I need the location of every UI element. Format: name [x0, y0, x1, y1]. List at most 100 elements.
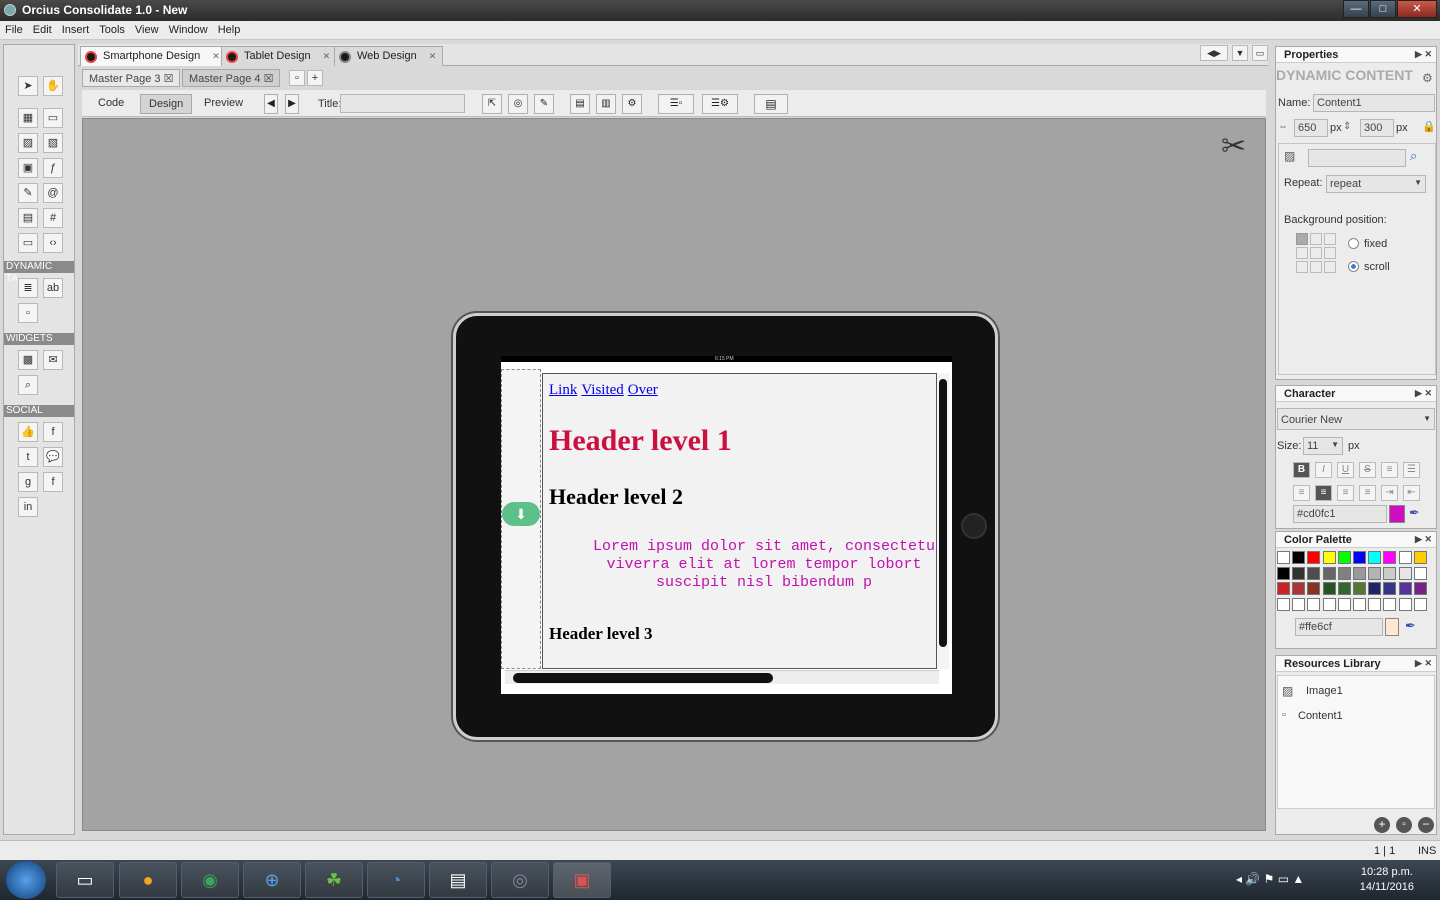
unordered-list-icon[interactable]: ☰ — [1403, 462, 1420, 478]
font-size-select[interactable]: 11 ▼ — [1303, 437, 1343, 455]
browse-image-icon[interactable]: ⌕ — [1410, 148, 1417, 164]
menu-file[interactable]: File — [0, 21, 28, 36]
twitter-icon[interactable]: t — [18, 447, 38, 467]
palette-swatch[interactable] — [1277, 597, 1290, 611]
close-button[interactable]: ✕ — [1397, 0, 1437, 18]
menu-window[interactable]: Window — [164, 21, 213, 36]
fixed-radio[interactable] — [1348, 238, 1359, 249]
tab-list-icon[interactable]: ▼ — [1232, 45, 1248, 61]
photo-viewer-icon[interactable]: ▤ — [429, 862, 487, 898]
palette-swatch[interactable] — [1307, 597, 1321, 611]
flash-tool-icon[interactable]: ƒ — [43, 158, 63, 178]
palette-swatch[interactable] — [1398, 597, 1412, 611]
tab-tablet-design[interactable]: Tablet Design ✕ — [221, 46, 338, 66]
align-icon[interactable]: ⇱ — [482, 94, 502, 114]
like-icon[interactable]: 👍 — [18, 422, 38, 442]
align-right-icon[interactable]: ≡ — [1337, 485, 1354, 501]
bold-icon[interactable]: B — [1293, 462, 1310, 478]
menu-view[interactable]: View — [130, 21, 164, 36]
font-family-select[interactable]: Courier New ▼ — [1277, 408, 1435, 430]
maximize-pane-icon[interactable]: ▭ — [1252, 45, 1268, 61]
strikethrough-icon[interactable]: S — [1359, 462, 1376, 478]
palette-swatch[interactable] — [1383, 551, 1397, 564]
explorer-icon[interactable]: ▭ — [56, 862, 114, 898]
minimize-button[interactable]: — — [1343, 0, 1369, 18]
palette-swatch[interactable] — [1322, 551, 1336, 564]
gallery-widget-icon[interactable]: ▩ — [18, 350, 38, 370]
palette-swatch[interactable] — [1292, 566, 1306, 580]
globe-icon[interactable]: ◎ — [508, 94, 528, 114]
sample-hover-link[interactable]: Over — [628, 382, 658, 398]
page-tools-icon[interactable]: ⚙ — [622, 94, 642, 114]
palette-swatch[interactable] — [1353, 551, 1366, 564]
menu-tools[interactable]: Tools — [94, 21, 130, 36]
title-input[interactable] — [340, 94, 465, 113]
settings-gear-icon[interactable]: ⚙ — [1422, 71, 1433, 85]
share-icon[interactable]: f — [43, 472, 63, 492]
tray-icons[interactable]: ◂ 🔊 ⚑ ▭ ▲ — [1236, 872, 1304, 886]
underline-icon[interactable]: U — [1337, 462, 1354, 478]
google-plus-icon[interactable]: g — [18, 472, 38, 492]
firefox-icon[interactable]: ● — [119, 862, 177, 898]
edit-icon[interactable]: ✎ — [534, 94, 554, 114]
menu-insert[interactable]: Insert — [57, 21, 95, 36]
page-props-icon[interactable]: ▤ — [570, 94, 590, 114]
palette-color-swatch[interactable] — [1385, 618, 1399, 636]
palette-swatch[interactable] — [1398, 551, 1412, 564]
vertical-scroll-thumb[interactable] — [939, 379, 947, 647]
palette-swatch[interactable] — [1368, 597, 1382, 611]
palette-swatch[interactable] — [1322, 582, 1336, 595]
palette-swatch[interactable] — [1322, 597, 1336, 611]
palette-swatch[interactable] — [1413, 566, 1427, 580]
sample-visited-link[interactable]: Visited — [581, 382, 623, 398]
background-image-input[interactable] — [1308, 149, 1406, 167]
chrome-icon[interactable]: ◉ — [181, 862, 239, 898]
palette-swatch[interactable] — [1353, 566, 1366, 580]
frame-tool-icon[interactable]: ▭ — [18, 233, 38, 253]
hand-tool-icon[interactable]: ✋ — [43, 76, 63, 96]
tab-master-page-4[interactable]: Master Page 4 ☒ — [182, 69, 281, 87]
network-app-icon[interactable]: ⊕ — [243, 862, 301, 898]
remove-resource-icon[interactable]: − — [1418, 817, 1434, 833]
justify-icon[interactable]: ≡ — [1359, 485, 1376, 501]
table-tool-icon[interactable]: ▦ — [18, 108, 38, 128]
orcius-app-icon[interactable]: ▣ — [553, 862, 611, 898]
italic-icon[interactable]: I — [1315, 462, 1332, 478]
tab-web-design[interactable]: Web Design ✕ — [334, 46, 444, 66]
slideshow-tool-icon[interactable]: ▣ — [18, 158, 38, 178]
palette-swatch[interactable] — [1337, 566, 1351, 580]
add-resource-icon[interactable]: + — [1374, 817, 1390, 833]
position-grid[interactable] — [1296, 233, 1338, 273]
menu-help[interactable]: Help — [213, 21, 246, 36]
palette-swatch[interactable] — [1337, 582, 1351, 595]
link-tool-icon[interactable]: ✎ — [18, 183, 38, 203]
camera-app-icon[interactable]: ◎ — [491, 862, 549, 898]
page-settings-icon[interactable]: ▥ — [596, 94, 616, 114]
palette-swatch[interactable] — [1292, 551, 1306, 564]
resource-item[interactable]: Image1 — [1306, 685, 1343, 697]
palette-swatch[interactable] — [1383, 566, 1397, 580]
outdent-icon[interactable]: ⇤ — [1403, 485, 1420, 501]
vertical-scrollbar[interactable] — [937, 373, 949, 669]
palette-swatch[interactable] — [1353, 597, 1366, 611]
cloud-download-icon[interactable]: ⬇ — [502, 502, 540, 526]
crop-tools-icon[interactable]: ✂ — [1221, 129, 1246, 164]
dynamic-list-icon[interactable]: ≣ — [18, 278, 38, 298]
eyedropper-icon[interactable]: ✒ — [1409, 505, 1420, 521]
tab-scroll-icon[interactable]: ◀▶ — [1200, 45, 1228, 61]
palette-color-input[interactable]: #ffe6cf — [1295, 618, 1383, 636]
text-color-input[interactable]: #cd0fc1 — [1293, 505, 1387, 523]
height-input[interactable]: 300 — [1360, 119, 1394, 137]
div-tool-icon[interactable]: ▭ — [43, 108, 63, 128]
edit-resource-icon[interactable]: ▫ — [1396, 817, 1412, 833]
palette-swatch[interactable] — [1292, 582, 1306, 595]
next-icon[interactable]: ▶ — [285, 94, 299, 114]
close-tab-icon[interactable]: ✕ — [429, 51, 437, 61]
code-tool-icon[interactable]: ‹› — [43, 233, 63, 253]
close-page-icon[interactable]: ☒ — [164, 73, 174, 85]
horizontal-scrollbar[interactable] — [505, 670, 939, 684]
palette-swatch[interactable] — [1413, 551, 1427, 564]
palette-swatch[interactable] — [1383, 582, 1397, 595]
facebook-icon[interactable]: f — [43, 422, 63, 442]
palette-swatch[interactable] — [1368, 582, 1382, 595]
